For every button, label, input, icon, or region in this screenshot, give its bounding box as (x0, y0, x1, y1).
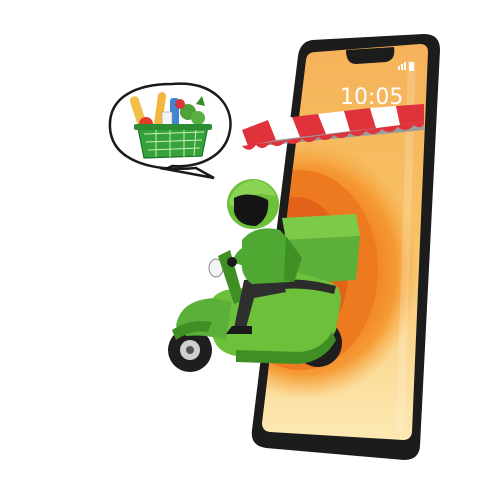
phone-notch (346, 47, 395, 64)
speech-bubble (108, 82, 232, 180)
battery-icon (409, 62, 414, 71)
delivery-illustration: 10:05 (0, 0, 500, 500)
illustration-canvas: 10:05 (108, 34, 440, 460)
helmet (227, 179, 279, 229)
